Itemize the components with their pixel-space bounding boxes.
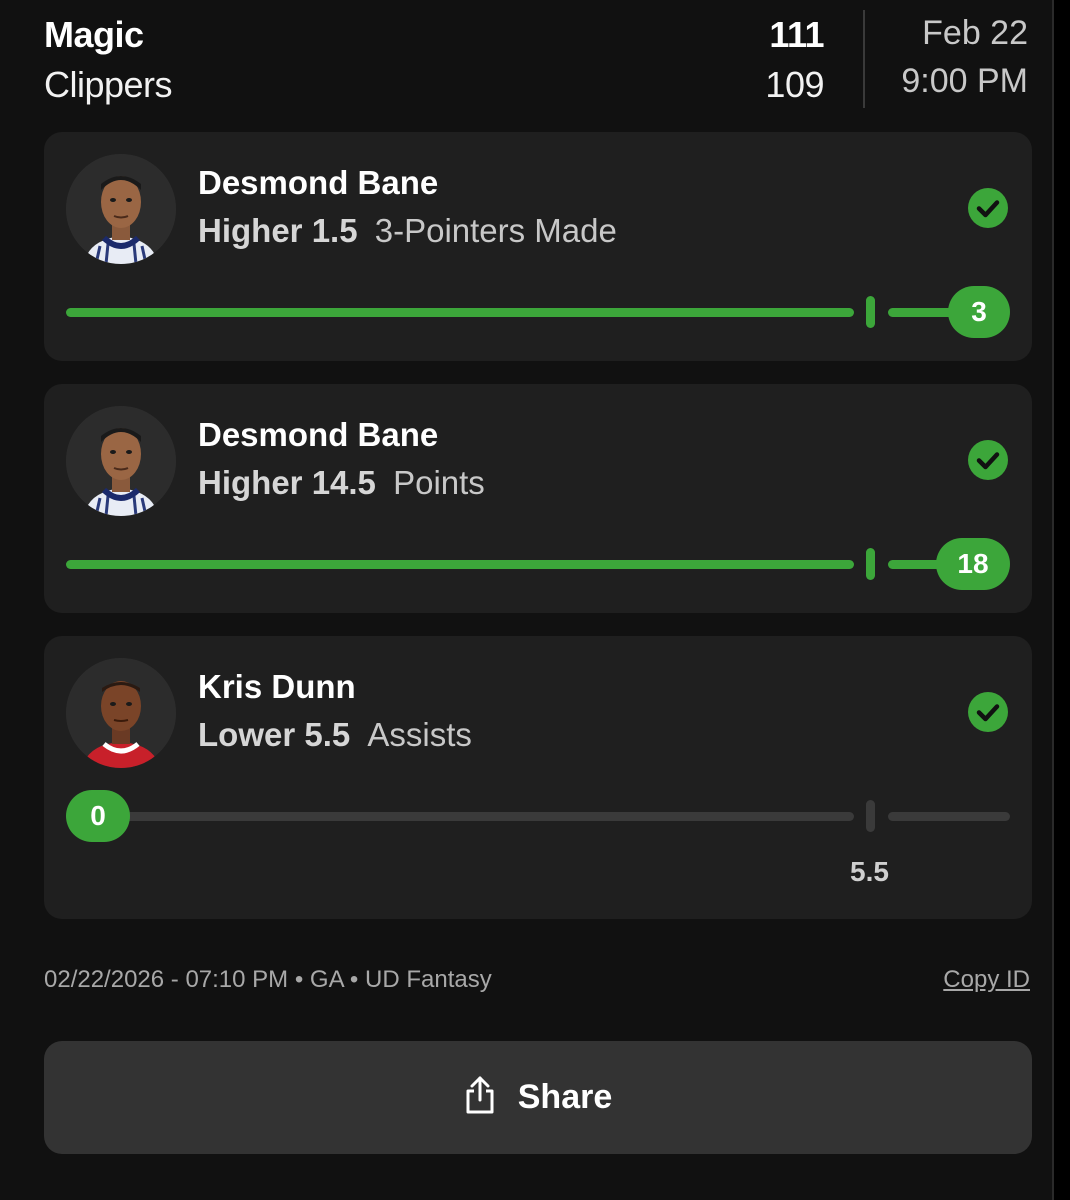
team-away: Clippers — [44, 64, 173, 105]
pick-stat: 3-Pointers Made — [374, 212, 617, 249]
player-name: Kris Dunn — [198, 668, 356, 705]
game-date: Feb 22 — [922, 14, 1028, 52]
share-button[interactable]: Share — [44, 1041, 1032, 1154]
pick-direction: Lower — [198, 716, 296, 753]
pick-line: Higher 14.5 Points — [198, 464, 485, 502]
check-circle-icon — [968, 440, 1008, 480]
pick-line-value: 5.5 — [304, 716, 351, 753]
result-value: 3 — [948, 286, 1010, 338]
pick-card[interactable]: Kris Dunn Lower 5.5 Assists 0 5.5 — [44, 636, 1032, 919]
progress-track — [66, 560, 854, 569]
pick-line: Higher 1.5 3-Pointers Made — [198, 212, 617, 250]
player-avatar — [66, 658, 176, 768]
check-circle-icon — [968, 692, 1008, 732]
header-divider — [863, 10, 865, 108]
pick-line-value: 14.5 — [311, 464, 376, 501]
team-home: Magic — [44, 14, 144, 55]
line-marker — [866, 800, 875, 832]
copy-id-link[interactable]: Copy ID — [943, 966, 1030, 994]
pick-direction: Higher — [198, 464, 303, 501]
result-value: 0 — [66, 790, 130, 842]
line-marker — [866, 296, 875, 328]
pick-stat: Points — [393, 464, 485, 501]
pick-direction: Higher — [198, 212, 303, 249]
pick-line: Lower 5.5 Assists — [198, 716, 472, 754]
line-marker — [866, 548, 875, 580]
pick-card[interactable]: Desmond Bane Higher 14.5 Points 18 — [44, 384, 1032, 613]
share-label: Share — [517, 1078, 613, 1116]
entry-panel: Magic Clippers 111 109 Feb 22 9:00 PM De… — [0, 0, 1054, 1200]
player-name: Desmond Bane — [198, 416, 439, 453]
progress-track-end — [888, 812, 1010, 821]
player-avatar — [66, 406, 176, 516]
pick-line-value: 1.5 — [311, 212, 358, 249]
share-icon — [464, 1075, 496, 1120]
score-away: 109 — [765, 64, 824, 105]
score-home: 111 — [769, 14, 824, 55]
player-avatar — [66, 154, 176, 264]
result-value: 18 — [936, 538, 1010, 590]
pick-stat: Assists — [367, 716, 472, 753]
pick-card[interactable]: Desmond Bane Higher 1.5 3-Pointers Made … — [44, 132, 1032, 361]
line-label: 5.5 — [850, 856, 889, 887]
game-time: 9:00 PM — [901, 62, 1028, 100]
check-circle-icon — [968, 188, 1008, 228]
player-name: Desmond Bane — [198, 164, 439, 201]
progress-track — [66, 812, 854, 821]
entry-meta: 02/22/2026 - 07:10 PM • GA • UD Fantasy — [44, 966, 492, 993]
progress-track — [66, 308, 854, 317]
